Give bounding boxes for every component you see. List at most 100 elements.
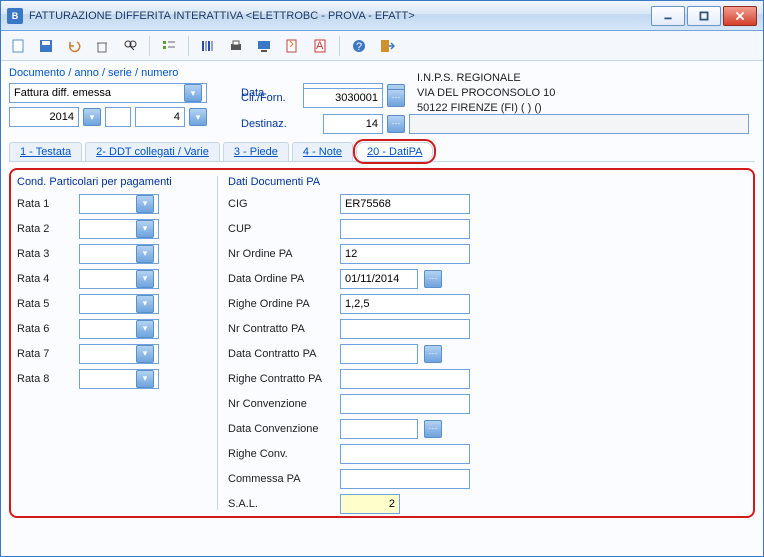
chevron-down-icon: ▾ [136, 195, 154, 213]
tab-piede[interactable]: 3 - Piede [223, 142, 289, 161]
data-contratto-lookup-button[interactable]: ⋯ [424, 345, 442, 363]
dest-lookup-button[interactable]: ⋯ [387, 115, 405, 133]
anno-input[interactable] [9, 107, 79, 127]
doc-type-value: Fattura diff. emessa [14, 87, 111, 99]
rata5-select[interactable]: ▾ [79, 294, 159, 314]
cup-input[interactable] [340, 219, 470, 239]
doc-type-select[interactable]: Fattura diff. emessa ▾ [9, 83, 207, 103]
righe-conv-label: Righe Conv. [228, 448, 334, 460]
dest-input[interactable] [323, 114, 383, 134]
serie-input[interactable] [105, 107, 131, 127]
data-ordine-label: Data Ordine PA [228, 273, 334, 285]
sal-label: S.A.L. [228, 498, 334, 510]
svg-text:A: A [316, 40, 324, 52]
rata2-select[interactable]: ▾ [79, 219, 159, 239]
rata7-label: Rata 7 [17, 348, 73, 360]
toolbar: A ? [1, 31, 763, 61]
maximize-button[interactable] [687, 6, 721, 26]
cli-label: Cli./Forn. [241, 92, 299, 104]
chevron-down-icon: ▾ [136, 345, 154, 363]
numero-input[interactable] [135, 107, 185, 127]
export-icon[interactable] [281, 35, 303, 57]
rata6-select[interactable]: ▾ [79, 319, 159, 339]
tab-note[interactable]: 4 - Note [292, 142, 353, 161]
search-icon[interactable] [119, 35, 141, 57]
content-area: Documento / anno / serie / numero Fattur… [1, 61, 763, 556]
datipa-pane: Cond. Particolari per pagamenti Rata 1▾ … [9, 168, 755, 518]
data-contratto-label: Data Contratto PA [228, 348, 334, 360]
delete-icon[interactable] [91, 35, 113, 57]
nr-convenzione-input[interactable] [340, 394, 470, 414]
rata8-select[interactable]: ▾ [79, 369, 159, 389]
exit-icon[interactable] [376, 35, 398, 57]
rata4-select[interactable]: ▾ [79, 269, 159, 289]
sal-input[interactable] [340, 494, 400, 514]
doc-link-line[interactable]: Documento / anno / serie / numero [9, 67, 227, 79]
nr-contratto-label: Nr Contratto PA [228, 323, 334, 335]
titlebar: B FATTURAZIONE DIFFERITA INTERATTIVA <EL… [1, 1, 763, 31]
righe-conv-input[interactable] [340, 444, 470, 464]
chevron-down-icon: ▾ [136, 220, 154, 238]
rata3-select[interactable]: ▾ [79, 244, 159, 264]
nr-contratto-input[interactable] [340, 319, 470, 339]
minimize-button[interactable] [651, 6, 685, 26]
numero-spinner[interactable]: ▾ [189, 108, 207, 126]
pa-group-title: Dati Documenti PA [228, 176, 747, 188]
rata4-label: Rata 4 [17, 273, 73, 285]
righe-ordine-label: Righe Ordine PA [228, 298, 334, 310]
cup-label: CUP [228, 223, 334, 235]
rata6-label: Rata 6 [17, 323, 73, 335]
rata8-label: Rata 8 [17, 373, 73, 385]
data-convenzione-label: Data Convenzione [228, 423, 334, 435]
save-icon[interactable] [35, 35, 57, 57]
svg-text:?: ? [356, 41, 362, 53]
chevron-down-icon: ▾ [136, 245, 154, 263]
data-contratto-input[interactable] [340, 344, 418, 364]
dest-label: Destinaz. [241, 118, 299, 130]
chevron-down-icon: ▾ [136, 370, 154, 388]
cli-input[interactable] [303, 88, 383, 108]
data-ordine-input[interactable] [340, 269, 418, 289]
nr-ordine-label: Nr Ordine PA [228, 248, 334, 260]
pdf-icon[interactable]: A [309, 35, 331, 57]
cig-input[interactable] [340, 194, 470, 214]
cli-lookup-button[interactable]: ⋯ [387, 89, 405, 107]
data-convenzione-input[interactable] [340, 419, 418, 439]
screen-icon[interactable] [253, 35, 275, 57]
anno-spinner[interactable]: ▾ [83, 108, 101, 126]
window-title: FATTURAZIONE DIFFERITA INTERATTIVA <ELET… [29, 10, 651, 22]
nr-ordine-input[interactable] [340, 244, 470, 264]
rata1-label: Rata 1 [17, 198, 73, 210]
rata5-label: Rata 5 [17, 298, 73, 310]
close-button[interactable] [723, 6, 757, 26]
barcode-icon[interactable] [197, 35, 219, 57]
rata1-select[interactable]: ▾ [79, 194, 159, 214]
undo-icon[interactable] [63, 35, 85, 57]
dest-desc [409, 114, 749, 134]
righe-contratto-input[interactable] [340, 369, 470, 389]
rata7-select[interactable]: ▾ [79, 344, 159, 364]
group-divider [217, 176, 218, 510]
rata2-label: Rata 2 [17, 223, 73, 235]
tab-testata[interactable]: 1 - Testata [9, 142, 82, 161]
pag-group-title: Cond. Particolari per pagamenti [17, 176, 207, 188]
data-ordine-lookup-button[interactable]: ⋯ [424, 270, 442, 288]
chevron-down-icon: ▾ [136, 320, 154, 338]
commessa-input[interactable] [340, 469, 470, 489]
righe-ordine-input[interactable] [340, 294, 470, 314]
righe-contratto-label: Righe Contratto PA [228, 373, 334, 385]
nr-convenzione-label: Nr Convenzione [228, 398, 334, 410]
tab-datipa[interactable]: 20 - DatiPA [356, 142, 433, 161]
print-icon[interactable] [225, 35, 247, 57]
rata3-label: Rata 3 [17, 248, 73, 260]
chevron-down-icon: ▾ [136, 270, 154, 288]
data-convenzione-lookup-button[interactable]: ⋯ [424, 420, 442, 438]
tab-ddt[interactable]: 2- DDT collegati / Varie [85, 142, 220, 161]
list-icon[interactable] [158, 35, 180, 57]
help-icon[interactable]: ? [348, 35, 370, 57]
new-icon[interactable] [7, 35, 29, 57]
app-icon: B [7, 8, 23, 24]
chevron-down-icon: ▾ [136, 295, 154, 313]
address-block: I.N.P.S. REGIONALE VIA DEL PROCONSOLO 10… [417, 71, 555, 116]
chevron-down-icon: ▾ [184, 84, 202, 102]
